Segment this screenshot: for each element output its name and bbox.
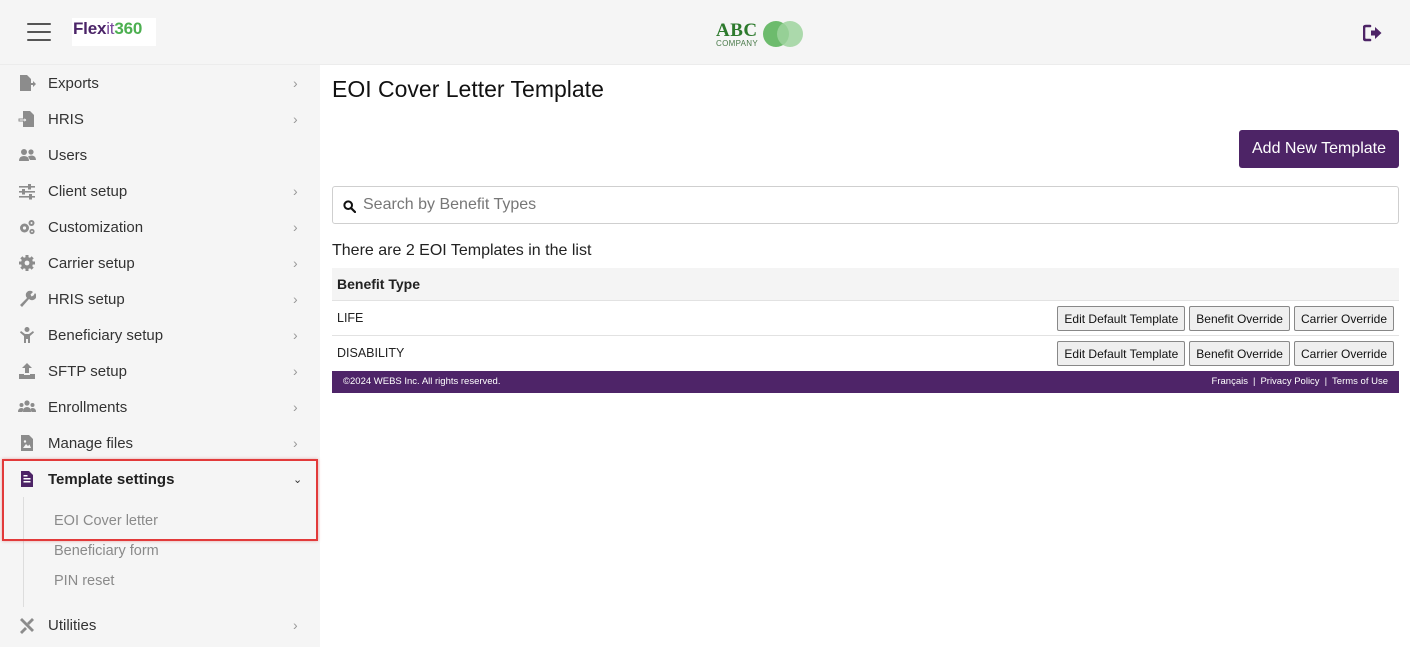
chevron-right-icon: › — [293, 435, 298, 451]
import-icon — [18, 110, 36, 128]
table-header-benefit-type: Benefit Type — [332, 268, 1399, 301]
benefit-type-cell: DISABILITY — [337, 346, 405, 360]
sidebar-item-template-settings[interactable]: Template settings ⌄ — [0, 461, 320, 497]
link-separator: | — [1252, 376, 1256, 387]
sidebar: Exports › HRIS › Users Client setup › Cu… — [0, 65, 320, 647]
sidebar-item-carrier-setup[interactable]: Carrier setup › — [0, 245, 320, 281]
submenu-item-beneficiary-form[interactable]: Beneficiary form — [54, 543, 159, 559]
image-file-icon — [18, 434, 36, 452]
search-input[interactable] — [363, 193, 1383, 217]
edit-default-template-button[interactable]: Edit Default Template — [1057, 306, 1186, 331]
sidebar-item-hris-setup[interactable]: HRIS setup › — [0, 281, 320, 317]
wrench-icon — [18, 290, 37, 308]
footer-links: Français | Privacy Policy | Terms of Use — [1212, 371, 1388, 393]
row-actions: Edit Default Template Benefit Override C… — [1057, 341, 1394, 366]
hamburger-menu-icon[interactable] — [27, 23, 51, 42]
chevron-right-icon: › — [293, 111, 298, 127]
table-row: DISABILITY Edit Default Template Benefit… — [332, 336, 1399, 371]
users-icon — [18, 146, 36, 164]
logout-icon[interactable] — [1362, 24, 1383, 42]
page-title: EOI Cover Letter Template — [332, 76, 604, 102]
sidebar-item-enrollments[interactable]: Enrollments › — [0, 389, 320, 425]
document-icon — [18, 470, 36, 488]
sidebar-item-manage-files[interactable]: Manage files › — [0, 425, 320, 461]
upload-icon — [18, 362, 36, 380]
template-count-text: There are 2 EOI Templates in the list — [332, 242, 592, 259]
carrier-override-button[interactable]: Carrier Override — [1293, 341, 1394, 366]
top-header: Flexit360 ABC COMPANY — [0, 0, 1410, 65]
benefit-type-cell: LIFE — [337, 311, 364, 325]
terms-of-use-link[interactable]: Terms of Use — [1332, 376, 1388, 387]
carrier-override-button[interactable]: Carrier Override — [1293, 306, 1394, 331]
sidebar-item-sftp-setup[interactable]: SFTP setup › — [0, 353, 320, 389]
tools-icon — [18, 616, 36, 634]
submenu-guide-line — [23, 497, 24, 607]
sidebar-item-beneficiary-setup[interactable]: Beneficiary setup › — [0, 317, 320, 353]
chevron-right-icon: › — [293, 291, 298, 307]
sidebar-item-client-setup[interactable]: Client setup › — [0, 173, 320, 209]
logo-circle-right — [777, 21, 803, 47]
footer-bar: ©2024 WEBS Inc. All rights reserved. Fra… — [332, 371, 1399, 393]
submenu-item-eoi-cover-letter[interactable]: EOI Cover letter — [54, 513, 158, 529]
search-icon — [343, 200, 356, 213]
chevron-right-icon: › — [293, 327, 298, 343]
sidebar-item-exports[interactable]: Exports › — [0, 65, 320, 101]
user-group-icon — [18, 398, 36, 416]
export-icon — [18, 74, 36, 92]
chevron-right-icon: › — [293, 399, 298, 415]
sidebar-item-customization[interactable]: Customization › — [0, 209, 320, 245]
templates-table: Benefit Type LIFE Edit Default Template … — [332, 268, 1399, 371]
benefit-override-button[interactable]: Benefit Override — [1189, 306, 1290, 331]
copyright-text: ©2024 WEBS Inc. All rights reserved. — [343, 376, 501, 387]
benefit-override-button[interactable]: Benefit Override — [1189, 341, 1290, 366]
flexit360-logo[interactable]: Flexit360 — [72, 18, 156, 46]
chevron-right-icon: › — [293, 219, 298, 235]
sidebar-item-hris[interactable]: HRIS › — [0, 101, 320, 137]
submenu-item-pin-reset[interactable]: PIN reset — [54, 573, 114, 589]
add-new-template-button[interactable]: Add New Template — [1239, 130, 1399, 168]
sliders-icon — [18, 182, 36, 200]
sidebar-item-users[interactable]: Users — [0, 137, 320, 173]
search-box[interactable] — [332, 186, 1399, 224]
chevron-right-icon: › — [293, 617, 298, 633]
link-separator: | — [1324, 376, 1328, 387]
row-actions: Edit Default Template Benefit Override C… — [1057, 306, 1394, 331]
chevron-right-icon: › — [293, 255, 298, 271]
child-icon — [18, 326, 36, 344]
client-logo: ABC COMPANY — [715, 20, 805, 50]
edit-default-template-button[interactable]: Edit Default Template — [1057, 341, 1186, 366]
francais-link[interactable]: Français — [1212, 376, 1248, 387]
sidebar-item-utilities[interactable]: Utilities › — [0, 607, 320, 643]
chevron-right-icon: › — [293, 363, 298, 379]
table-row: LIFE Edit Default Template Benefit Overr… — [332, 301, 1399, 336]
privacy-policy-link[interactable]: Privacy Policy — [1260, 376, 1319, 387]
chevron-right-icon: › — [293, 75, 298, 91]
cogs-icon — [18, 218, 36, 236]
gear-icon — [18, 254, 36, 272]
chevron-down-icon: ⌄ — [293, 473, 303, 486]
chevron-right-icon: › — [293, 183, 298, 199]
